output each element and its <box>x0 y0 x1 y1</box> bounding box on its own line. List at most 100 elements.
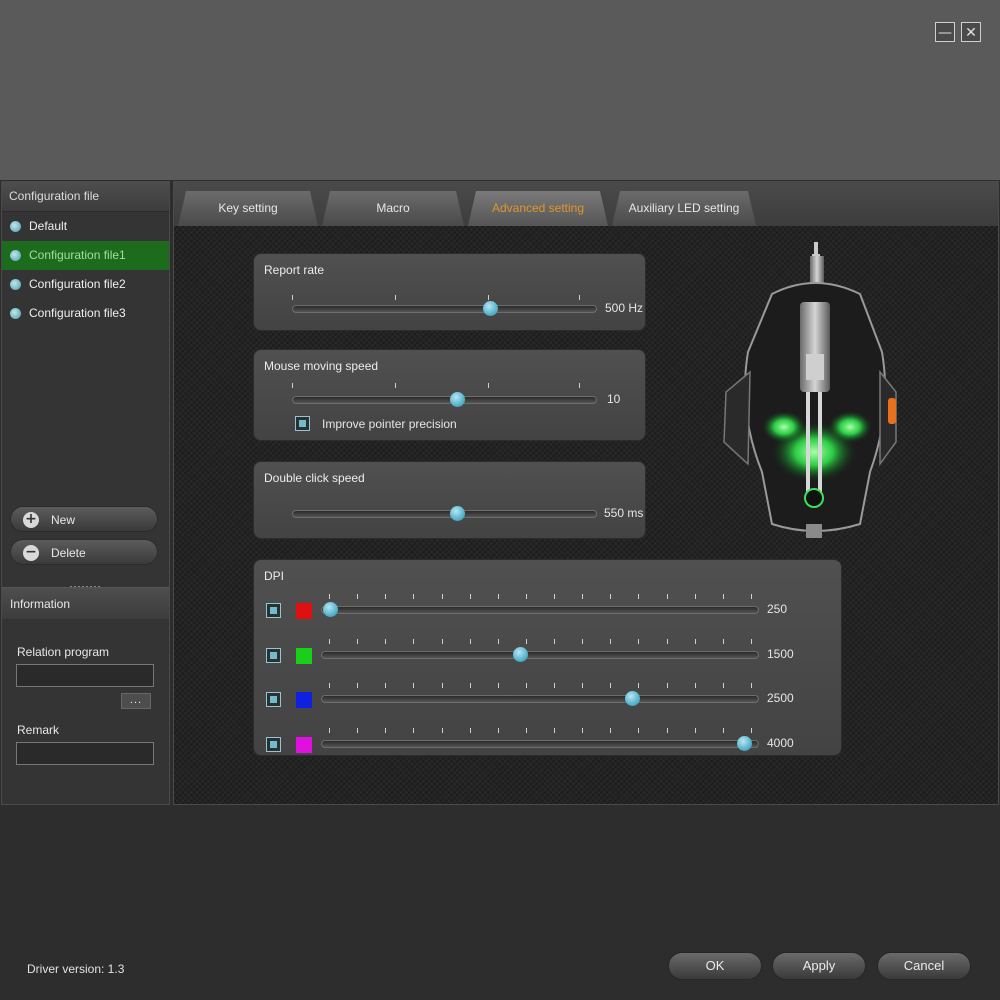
radio-dot-icon <box>10 250 21 261</box>
config-item-file3[interactable]: Configuration file3 <box>2 299 169 328</box>
slider-tick <box>357 638 359 644</box>
slider-tick <box>385 594 387 599</box>
slider-tick <box>357 594 359 599</box>
slider-tick <box>469 638 471 644</box>
relation-program-field[interactable] <box>16 664 154 687</box>
dpi-slider-thumb[interactable] <box>513 646 529 662</box>
dpi-color-swatch[interactable] <box>296 736 312 753</box>
slider-tick <box>610 683 612 688</box>
dpi-level-checkbox[interactable] <box>266 603 281 618</box>
dpi-color-swatch[interactable] <box>296 692 312 708</box>
slider-tick <box>554 727 556 733</box>
dpi-slider[interactable] <box>321 606 759 614</box>
slider-tick <box>722 638 724 644</box>
slider-tick <box>694 683 696 688</box>
double-click-thumb[interactable] <box>449 506 465 521</box>
slider-tick <box>469 727 471 733</box>
slider-tick <box>638 683 640 688</box>
slider-tick <box>525 727 527 733</box>
double-click-title: Double click speed <box>264 471 365 485</box>
slider-tick <box>385 683 387 688</box>
slider-tick <box>554 594 556 599</box>
dpi-slider-thumb[interactable] <box>736 735 752 751</box>
dpi-slider[interactable] <box>321 739 759 748</box>
mouse-speed-value: 10 <box>607 392 621 406</box>
slider-tick <box>554 638 556 644</box>
dpi-title: DPI <box>264 569 285 583</box>
new-button[interactable]: + New <box>10 506 158 532</box>
report-rate-thumb[interactable] <box>483 301 499 316</box>
slider-tick <box>579 383 580 388</box>
report-rate-slider[interactable] <box>292 305 597 313</box>
report-rate-value: 500 Hz <box>605 301 644 315</box>
slider-tick <box>722 727 724 733</box>
tab-auxiliary-led-setting[interactable]: Auxiliary LED setting <box>612 191 756 226</box>
delete-button[interactable]: − Delete <box>10 539 158 565</box>
dpi-level-checkbox[interactable] <box>266 692 281 707</box>
pointer-precision-checkbox[interactable] <box>295 416 310 431</box>
slider-tick <box>469 594 471 599</box>
config-item-label: Configuration file1 <box>29 248 126 262</box>
slider-tick <box>554 683 556 688</box>
slider-tick <box>497 638 499 644</box>
dpi-value: 4000 <box>767 735 794 750</box>
radio-dot-icon <box>10 308 21 319</box>
slider-tick <box>751 638 752 644</box>
radio-dot-icon <box>10 279 21 290</box>
slider-tick <box>666 594 668 599</box>
slider-tick <box>610 727 612 733</box>
dpi-level-checkbox[interactable] <box>266 736 281 752</box>
double-click-slider[interactable] <box>292 510 597 518</box>
mouse-speed-card: Mouse moving speed 10 Improve pointer pr… <box>253 349 646 441</box>
slider-tick <box>497 727 499 733</box>
slider-tick <box>582 638 584 644</box>
mouse-speed-title: Mouse moving speed <box>264 359 379 373</box>
cancel-button[interactable]: Cancel <box>877 952 971 980</box>
config-item-file1[interactable]: Configuration file1 <box>2 241 169 270</box>
tab-macro[interactable]: Macro <box>322 191 464 226</box>
slider-tick <box>292 295 293 300</box>
double-click-value: 550 ms <box>604 506 644 520</box>
mouse-speed-slider[interactable] <box>292 396 597 404</box>
dpi-slider[interactable] <box>321 650 759 659</box>
dpi-value: 2500 <box>767 691 794 705</box>
title-bar: — ✕ <box>0 0 1000 180</box>
mouse-speed-thumb[interactable] <box>449 392 465 407</box>
config-item-file2[interactable]: Configuration file2 <box>2 270 169 299</box>
config-item-default[interactable]: Default <box>2 212 169 241</box>
minus-icon: − <box>23 545 39 561</box>
tab-strip: Key setting Macro Advanced setting Auxil… <box>174 182 998 226</box>
dpi-color-swatch[interactable] <box>296 647 312 664</box>
slider-tick <box>413 638 415 644</box>
remark-field[interactable] <box>16 742 154 765</box>
browse-button[interactable]: ... <box>121 693 151 709</box>
minimize-icon[interactable]: — <box>935 22 955 42</box>
tab-advanced-setting[interactable]: Advanced setting <box>468 191 608 226</box>
dpi-level-checkbox[interactable] <box>266 647 281 663</box>
slider-tick <box>582 594 584 599</box>
slider-tick <box>525 594 527 599</box>
close-icon[interactable]: ✕ <box>961 22 981 42</box>
configuration-file-header: Configuration file <box>2 182 169 212</box>
tab-key-setting[interactable]: Key setting <box>178 191 318 226</box>
config-item-label: Configuration file3 <box>29 306 126 320</box>
information-header: Information <box>2 587 169 619</box>
slider-tick <box>488 383 489 388</box>
dpi-slider-thumb[interactable] <box>624 691 640 706</box>
dpi-slider-thumb[interactable] <box>322 602 338 617</box>
delete-button-label: Delete <box>51 546 86 560</box>
slider-tick <box>357 727 359 733</box>
pointer-precision-label: Improve pointer precision <box>322 417 457 431</box>
ok-button[interactable]: OK <box>668 952 762 980</box>
slider-tick <box>292 383 293 388</box>
slider-tick <box>666 727 668 733</box>
slider-tick <box>579 295 580 300</box>
dpi-color-swatch[interactable] <box>296 603 312 619</box>
slider-tick <box>357 683 359 688</box>
slider-tick <box>638 638 640 644</box>
slider-tick <box>329 683 330 688</box>
slider-tick <box>610 638 612 644</box>
apply-button[interactable]: Apply <box>772 952 866 980</box>
dpi-slider[interactable] <box>321 695 759 703</box>
slider-tick <box>722 683 724 688</box>
